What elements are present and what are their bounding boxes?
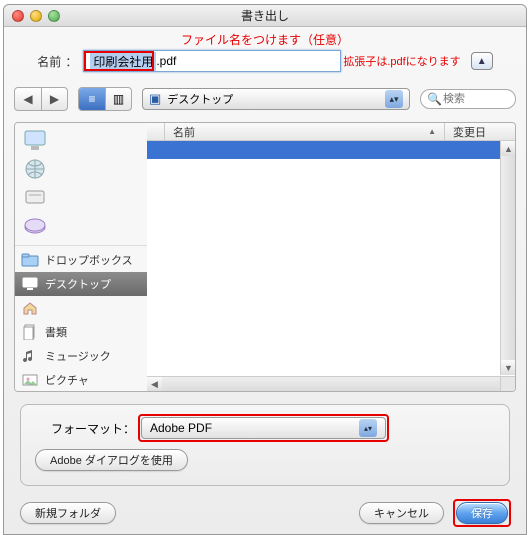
popup-arrows-icon: ▴▾ — [359, 419, 377, 437]
format-value: Adobe PDF — [150, 421, 212, 435]
scroll-up-button[interactable]: ▲ — [501, 141, 515, 156]
save-button[interactable]: 保存 — [456, 502, 508, 524]
vertical-scrollbar[interactable]: ▲ ▼ — [500, 141, 515, 375]
sidebar-item-label: ミュージック — [45, 348, 111, 364]
zoom-window-button[interactable] — [48, 10, 60, 22]
sidebar-item-desktop[interactable]: デスクトップ — [15, 272, 147, 296]
scroll-down-button[interactable]: ▼ — [501, 360, 515, 375]
view-column-button[interactable]: ▥ — [105, 88, 131, 110]
device-hdd[interactable] — [21, 183, 141, 211]
sidebar-item-pictures[interactable]: ピクチャ — [15, 368, 147, 392]
nav-back-button[interactable]: ◀ — [15, 88, 41, 110]
name-field-label: 名前： — [37, 53, 77, 70]
scroll-left-button[interactable]: ◀ — [147, 377, 162, 391]
popup-arrows-icon: ▴▾ — [385, 90, 403, 108]
cancel-button[interactable]: キャンセル — [359, 502, 444, 524]
annotation-filename: ファイル名をつけます（任意） — [4, 31, 526, 48]
device-idisk[interactable] — [21, 211, 141, 239]
horizontal-scrollbar[interactable]: ◀ ▶ — [147, 376, 500, 391]
annotation-save-box: 保存 — [454, 500, 510, 526]
device-imac[interactable] — [21, 127, 141, 155]
folder-icon: ▣ — [149, 91, 161, 107]
search-icon: 🔍 — [427, 92, 442, 106]
sidebar-item-home[interactable] — [15, 296, 147, 320]
location-label: デスクトップ — [167, 91, 233, 107]
file-list: 名前 変更日 ▲ ▼ ◀ ▶ — [147, 123, 515, 391]
use-adobe-dialog-button[interactable]: Adobe ダイアログを使用 — [35, 449, 188, 471]
sidebar-item-label: ドロップボックス — [45, 252, 133, 268]
sidebar-item-label: デスクトップ — [45, 276, 111, 292]
scroll-corner — [500, 376, 515, 391]
new-folder-button[interactable]: 新規フォルダ — [20, 502, 116, 524]
location-popup[interactable]: ▣ デスクトップ ▴▾ — [142, 88, 410, 110]
view-list-button[interactable]: ≡ — [79, 88, 105, 110]
annotation-extension: 拡張子は.pdfになります — [343, 53, 460, 69]
close-window-button[interactable] — [12, 10, 24, 22]
device-network[interactable] — [21, 155, 141, 183]
minimize-window-button[interactable] — [30, 10, 42, 22]
sidebar-item-label: 書類 — [45, 324, 67, 340]
export-dialog-window: 書き出し ファイル名をつけます（任意） 名前： 印刷会社用.pdf 拡張子は.p… — [3, 4, 527, 535]
window-title: 書き出し — [60, 7, 470, 24]
list-selection-row[interactable] — [147, 141, 515, 159]
sidebar: ドロップボックス デスクトップ 書類 ミュージック — [15, 123, 147, 391]
titlebar: 書き出し — [4, 5, 526, 27]
sidebar-item-music[interactable]: ミュージック — [15, 344, 147, 368]
nav-forward-button[interactable]: ▶ — [41, 88, 67, 110]
column-header-modified[interactable]: 変更日 — [445, 123, 515, 140]
format-popup[interactable]: Adobe PDF ▴▾ — [141, 417, 386, 439]
collapse-panel-button[interactable]: ▲ — [471, 52, 493, 70]
column-header-name[interactable]: 名前 — [165, 123, 445, 140]
format-label: フォーマット： — [35, 420, 135, 437]
filename-input[interactable]: 印刷会社用.pdf — [83, 50, 341, 72]
sidebar-item-documents[interactable]: 書類 — [15, 320, 147, 344]
sidebar-item-label: ピクチャ — [45, 372, 89, 388]
sidebar-item-dropbox[interactable]: ドロップボックス — [15, 248, 147, 272]
